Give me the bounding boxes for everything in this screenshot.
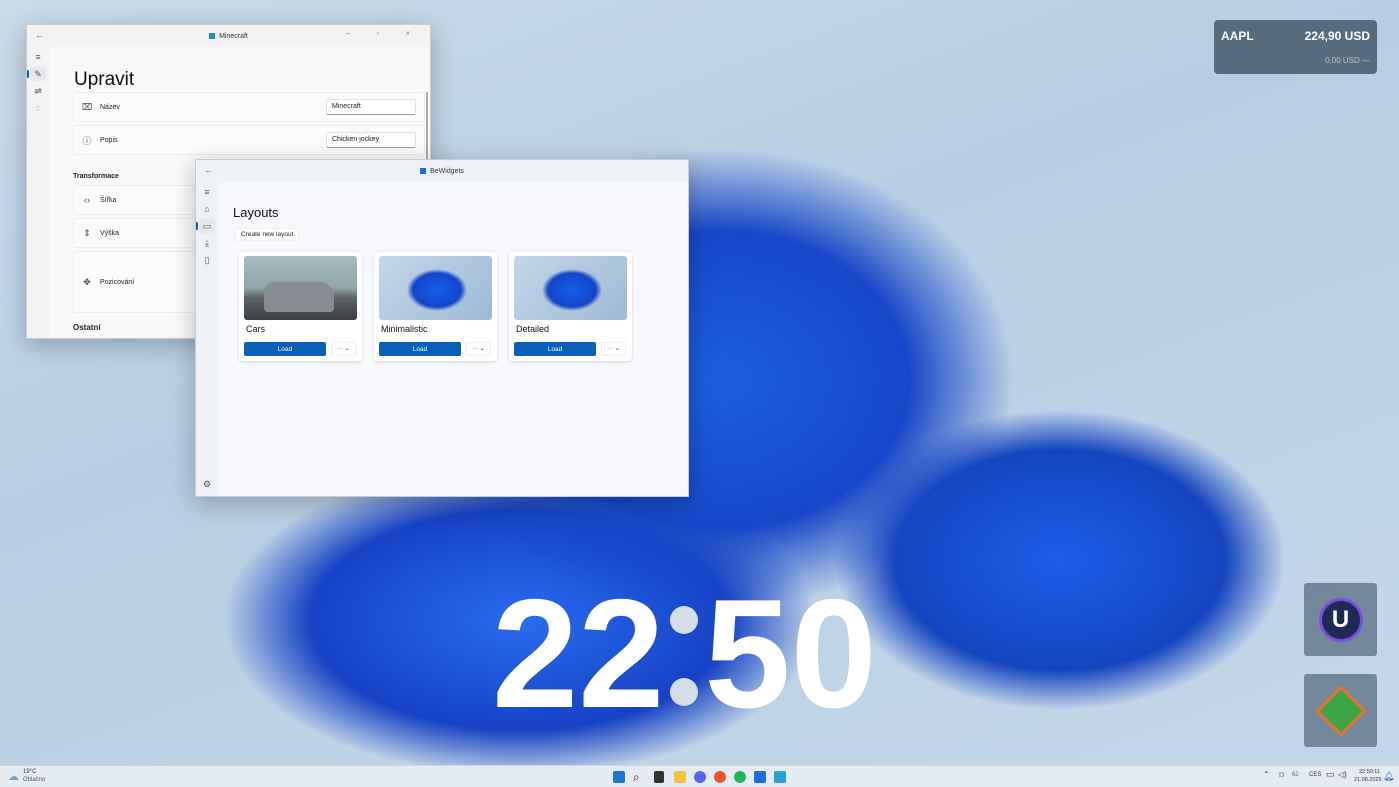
sidebar: ≡ ✎ ⇌ ◌ (27, 47, 49, 338)
clock-colon (664, 598, 704, 708)
search-icon[interactable]: ⌕ (633, 771, 645, 783)
clock-hours: 22 (492, 576, 664, 731)
app-icon (209, 33, 215, 39)
width-icon: ‹› (74, 195, 100, 205)
layout-card-cars: Cars Load ··· ⌄ (239, 252, 362, 361)
stock-change: 0,00 USD — (1325, 56, 1370, 65)
row-label: Šířka (100, 197, 116, 204)
language-indicator[interactable]: CES (1309, 772, 1321, 778)
weather-desc[interactable]: Oblačno (23, 777, 45, 783)
battery-level: 62 (1292, 772, 1299, 778)
bewidgets-window: ← BeWidgets ≡ ⌂ ▭ ⤓ ▯ ⚙ Layouts Create n… (195, 159, 689, 497)
layout-name: Detailed (516, 324, 549, 334)
load-button[interactable]: Load (379, 342, 461, 356)
chevron-up-icon[interactable]: ⌃ (1263, 770, 1270, 779)
move-icon: ✥ (74, 277, 100, 288)
row-label: Název (100, 104, 120, 111)
name-input[interactable]: Minecraft (326, 99, 416, 115)
window-controls[interactable]: – ▫ × (346, 29, 422, 38)
stock-widget[interactable]: AAPL 224,90 USD 0,00 USD — (1214, 20, 1377, 74)
minecraft-shortcut[interactable] (1304, 674, 1377, 747)
more-options-button[interactable]: ··· ⌄ (331, 342, 356, 356)
row-label: Výška (100, 230, 119, 237)
description-row: ⓘPopis Chicken jockey (73, 125, 425, 155)
weather-temp[interactable]: 19°C (23, 769, 36, 775)
minecraft-taskbar-icon[interactable] (774, 771, 786, 783)
page-title: Layouts (233, 205, 279, 220)
volume-icon[interactable]: ◁) (1338, 770, 1347, 779)
palette-icon[interactable]: ◌ (30, 101, 46, 115)
clock-minutes: 50 (704, 576, 876, 731)
more-options-button[interactable]: ··· ⌄ (466, 342, 491, 356)
section-transform: Transformace (73, 173, 119, 180)
taskbar: ☁ 19°C Oblačno ⌕ ⌃ ☼ 62 CES ▭ ◁) 22:50:1… (0, 765, 1399, 787)
stock-price: 224,90 USD (1305, 29, 1370, 43)
sidebar: ≡ ⌂ ▭ ⤓ ▯ ⚙ (196, 182, 218, 496)
height-icon: ⇕ (74, 228, 100, 239)
name-row: ⌧Název Minecraft (73, 92, 425, 122)
unreal-engine-icon: U (1319, 598, 1363, 642)
description-input[interactable]: Chicken jockey (326, 132, 416, 148)
unreal-engine-shortcut[interactable]: U (1304, 583, 1377, 656)
layout-thumbnail (379, 256, 492, 320)
download-icon[interactable]: ⤓ (199, 236, 215, 250)
window-title: BeWidgets (430, 168, 464, 175)
discord-icon[interactable] (694, 771, 706, 783)
content: Layouts Create new layout Cars Load ··· … (218, 182, 688, 496)
layout-name: Minimalistic (381, 324, 428, 334)
rename-icon: ⌧ (74, 102, 100, 113)
back-icon[interactable]: ← (204, 165, 213, 175)
firefox-icon[interactable] (714, 771, 726, 783)
load-button[interactable]: Load (514, 342, 596, 356)
network-icon[interactable]: ▭ (1326, 769, 1335, 780)
row-label: Pozicování (100, 279, 134, 286)
weather-icon[interactable]: ☁ (8, 770, 19, 783)
home-icon[interactable]: ⌂ (199, 202, 215, 216)
clock-time[interactable]: 22:50:11 (1359, 769, 1380, 775)
bewidgets-taskbar-icon[interactable] (754, 771, 766, 783)
layout-card-minimalistic: Minimalistic Load ··· ⌄ (374, 252, 497, 361)
start-icon[interactable] (613, 771, 625, 783)
info-icon: ⓘ (74, 134, 100, 147)
menu-icon[interactable]: ≡ (199, 185, 215, 199)
layout-card-detailed: Detailed Load ··· ⌄ (509, 252, 632, 361)
layout-name: Cars (246, 324, 265, 334)
edit-icon[interactable]: ✎ (30, 67, 46, 81)
menu-icon[interactable]: ≡ (30, 50, 46, 64)
task-view-icon[interactable] (654, 771, 664, 783)
layout-thumbnail (244, 256, 357, 320)
layout-thumbnail (514, 256, 627, 320)
row-label: Popis (100, 137, 118, 144)
spotify-icon[interactable] (734, 771, 746, 783)
app-icon (420, 168, 426, 174)
page-title: Upravit (74, 69, 134, 91)
load-button[interactable]: Load (244, 342, 326, 356)
section-other: Ostatní (73, 323, 101, 333)
settings-icon[interactable]: ⚙ (199, 477, 215, 491)
clock-widget: 22 50 (492, 578, 877, 728)
minecraft-icon (1314, 684, 1366, 736)
more-options-button[interactable]: ··· ⌄ (601, 342, 626, 356)
settings-sliders-icon[interactable]: ⇌ (30, 84, 46, 98)
back-icon[interactable]: ← (35, 30, 44, 40)
clipboard-icon[interactable]: ▯ (199, 253, 215, 267)
title-bar: ← BeWidgets (196, 160, 688, 182)
window-title: Minecraft (219, 33, 248, 40)
file-explorer-icon[interactable] (674, 771, 686, 783)
brightness-icon[interactable]: ☼ (1277, 769, 1286, 780)
layouts-icon[interactable]: ▭ (199, 219, 215, 233)
clock-date[interactable]: 21.08.2025 (1354, 777, 1382, 783)
title-bar: ← Minecraft – ▫ × (27, 25, 430, 47)
stock-symbol: AAPL (1221, 29, 1254, 43)
create-layout-button[interactable]: Create new layout (235, 228, 299, 241)
notification-bell-icon[interactable]: 🔔︎ (1383, 771, 1394, 782)
